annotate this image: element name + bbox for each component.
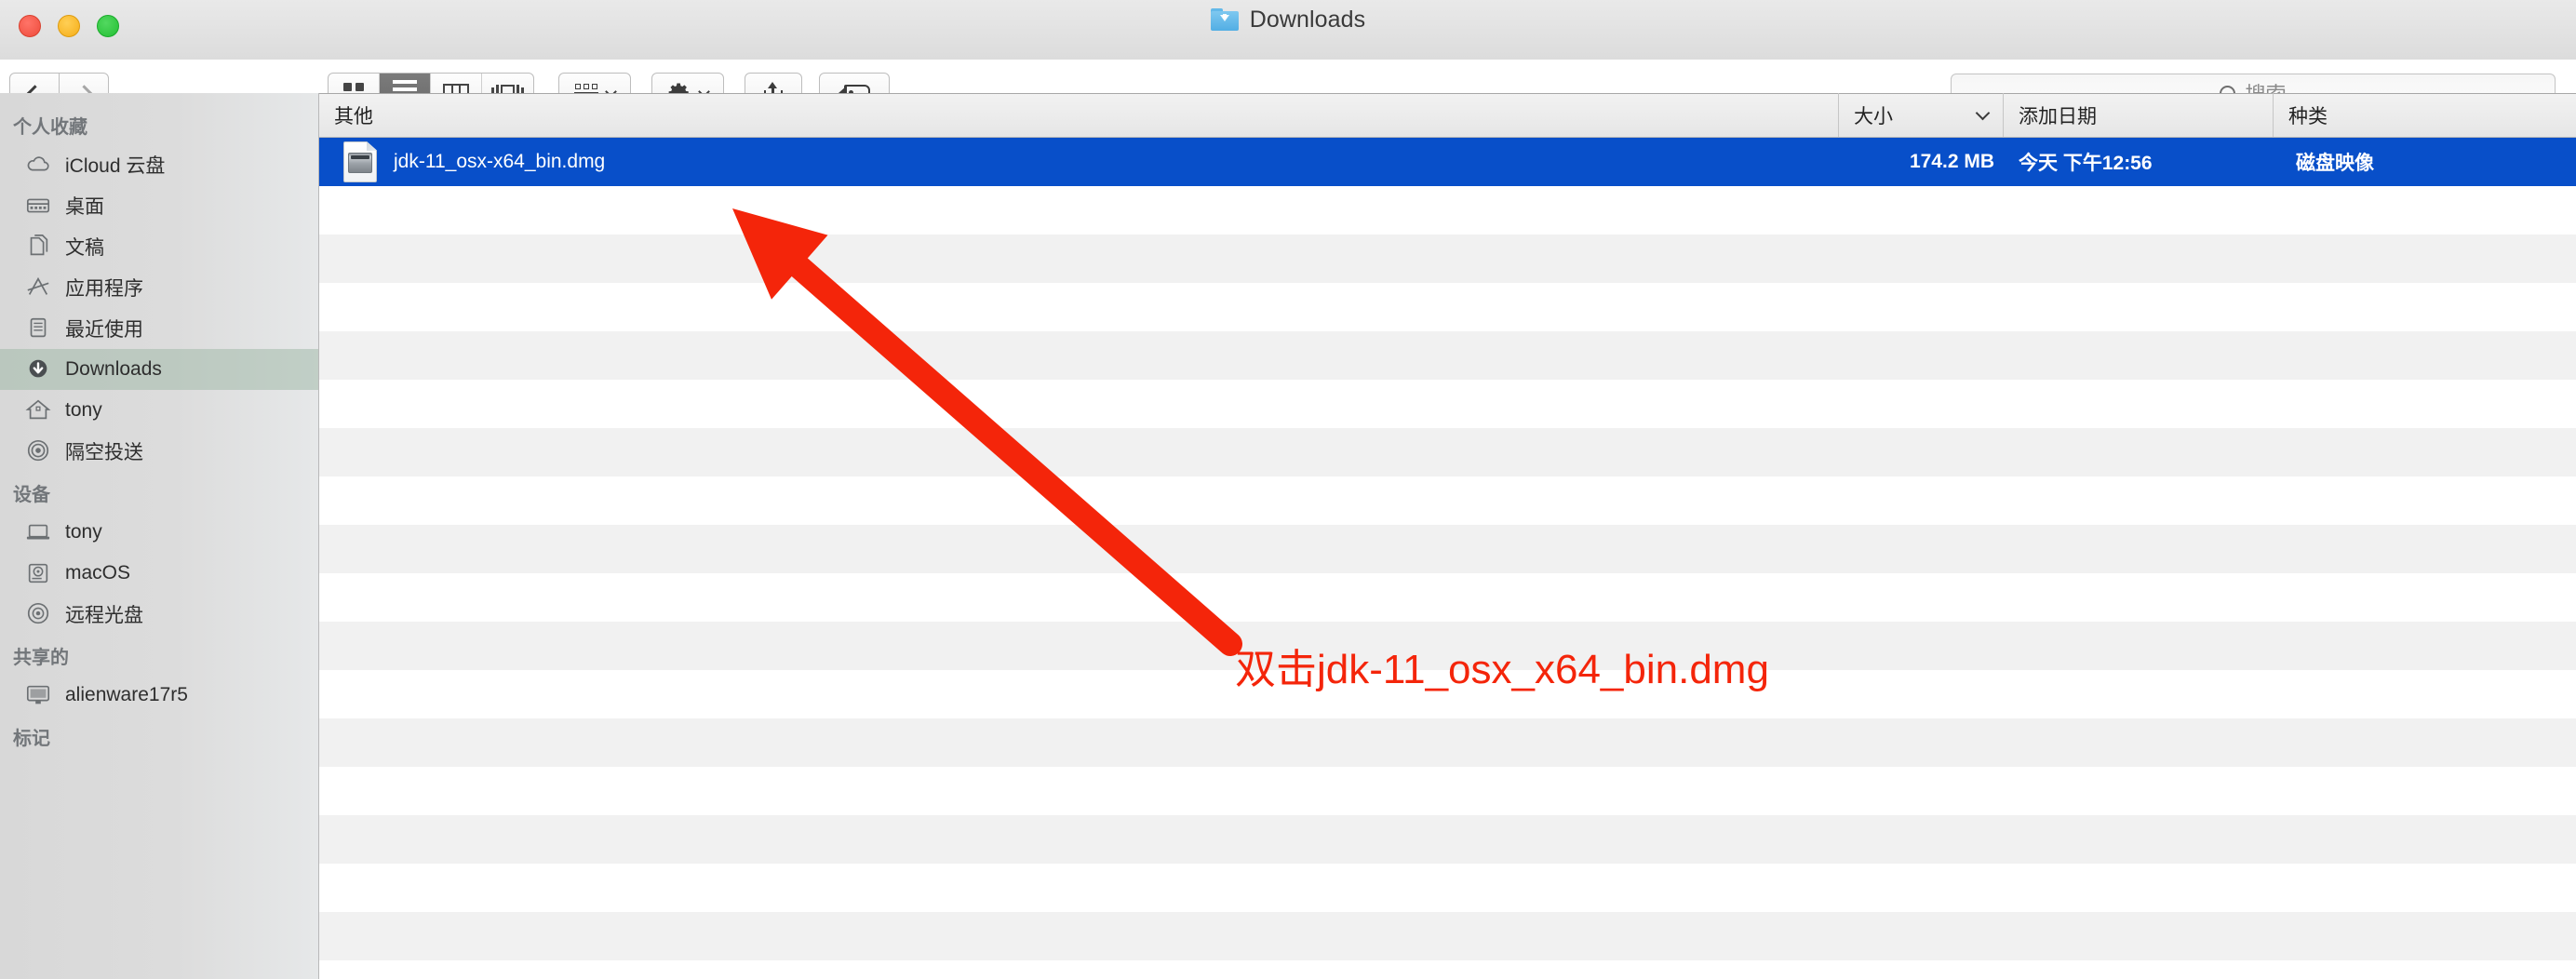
home-icon [25,399,51,420]
window-title: Downloads [1249,6,1366,33]
sidebar-section-header: 共享的 [13,648,69,668]
display-icon [24,682,52,708]
recents-icon [24,315,52,342]
recents-icon [30,317,47,338]
sidebar-item-icloud-云盘[interactable]: iCloud 云盘 [0,144,318,185]
column-header-kind-label: 种类 [2288,105,2328,127]
sidebar-item-label: Downloads [65,358,162,380]
sidebar-item-桌面[interactable]: 桌面 [0,185,318,226]
file-list[interactable]: jdk-11_osx-x64_bin.dmg 174.2 MB 今天 下午12:56… [319,138,2576,979]
sidebar-section-header: 个人收藏 [13,117,87,138]
sidebar-item-隔空投送[interactable]: 隔空投送 [0,431,318,472]
empty-row [319,476,2576,525]
column-header-kind[interactable]: 种类 [2274,93,2576,137]
table-row[interactable]: jdk-11_osx-x64_bin.dmg 174.2 MB 今天 下午12:56… [319,138,2576,186]
column-header-size-label: 大小 [1854,105,1893,127]
empty-row [319,912,2576,960]
empty-row [319,525,2576,573]
empty-row [319,815,2576,864]
documents-icon [24,234,52,260]
disk-image-icon [343,141,377,182]
applications-icon [24,275,52,301]
column-header-name[interactable]: 其他 [319,93,1839,137]
empty-row [319,380,2576,428]
empty-row [319,235,2576,283]
documents-icon [30,235,48,256]
window-title-group: Downloads [0,0,2576,39]
sidebar-item-label: tony [65,399,102,421]
file-date-cell: 今天 下午12:56 [2019,153,2153,174]
icloud-icon [27,156,49,171]
sidebar-item-label: alienware17r5 [65,684,188,705]
disc-icon [24,601,52,627]
column-header-date-label: 添加日期 [2019,105,2097,127]
sidebar-item-label: 桌面 [65,196,104,218]
harddisk-icon [28,563,48,583]
sidebar-section-header: 标记 [13,729,50,749]
empty-row [319,428,2576,476]
desktop-icon [26,198,50,213]
sidebar-item-应用程序[interactable]: 应用程序 [0,267,318,308]
finder-window: Downloads 个人收藏 iCloud 云盘 桌面 文稿 应用程序 最近使用… [0,0,2576,979]
display-icon [26,685,50,704]
applications-icon [27,276,49,295]
sidebar-item-label: 最近使用 [65,319,143,341]
downloads-icon [24,356,52,382]
sidebar-item-最近使用[interactable]: 最近使用 [0,308,318,349]
sidebar-item-label: 应用程序 [65,278,143,300]
file-name-label: jdk-11_osx-x64_bin.dmg [394,151,606,172]
empty-row [319,767,2576,815]
airdrop-icon [27,439,49,462]
laptop-icon [24,519,52,545]
empty-row [319,573,2576,622]
toolbar: 搜索 [0,39,2576,114]
column-header-size[interactable]: 大小 [1839,93,2004,137]
sidebar-section-header: 设备 [13,485,50,505]
sidebar-item-label: macOS [65,562,131,583]
sidebar[interactable]: 个人收藏 iCloud 云盘 桌面 文稿 应用程序 最近使用 Downloads … [0,93,319,979]
sidebar-item-远程光盘[interactable]: 远程光盘 [0,594,318,635]
laptop-icon [26,524,50,540]
column-header-name-label: 其他 [334,105,373,127]
downloads-icon [29,359,47,378]
chevron-down-icon [1975,105,1991,121]
empty-row [319,864,2576,912]
sidebar-item-label: 文稿 [65,237,104,259]
sidebar-item-label: 隔空投送 [65,442,143,463]
sidebar-item-文稿[interactable]: 文稿 [0,226,318,267]
harddisk-icon [24,560,52,586]
empty-row [319,331,2576,380]
file-name-cell: jdk-11_osx-x64_bin.dmg [319,141,1839,182]
sidebar-item-tony[interactable]: tony [0,390,318,431]
downloads-folder-icon [1210,8,1239,31]
sidebar-item-alienware17r5[interactable]: alienware17r5 [0,675,318,716]
sidebar-item-label: iCloud 云盘 [65,155,166,177]
desktop-icon [24,193,52,219]
home-icon [24,397,52,423]
sidebar-item-label: tony [65,521,102,543]
airdrop-icon [24,438,52,464]
sidebar-item-tony[interactable]: tony [0,512,318,553]
icloud-icon [24,152,52,178]
empty-row [319,186,2576,235]
empty-row [319,718,2576,767]
file-size-cell: 174.2 MB [1909,151,1994,172]
column-header-date[interactable]: 添加日期 [2004,93,2274,137]
file-kind-cell: 磁盘映像 [2296,153,2374,174]
sidebar-item-label: 远程光盘 [65,605,143,626]
sidebar-item-macos[interactable]: macOS [0,553,318,594]
column-header-row: 其他 大小 添加日期 种类 [319,93,2576,138]
annotation-text: 双击jdk-11_osx_x64_bin.dmg [1235,647,1769,692]
sidebar-item-downloads[interactable]: Downloads [0,349,318,390]
disc-icon [27,602,49,624]
empty-row [319,283,2576,331]
